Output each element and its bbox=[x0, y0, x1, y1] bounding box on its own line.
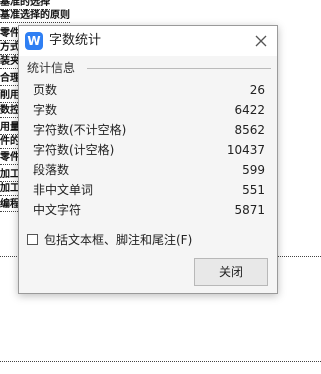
wps-app-icon: W bbox=[25, 32, 43, 50]
section-divider bbox=[87, 68, 271, 69]
stat-row-paragraphs: 段落数 599 bbox=[33, 160, 265, 180]
doc-line: 数控 bbox=[0, 105, 20, 118]
doc-dotted-rule bbox=[0, 361, 321, 362]
stat-row-pages: 页数 26 bbox=[33, 80, 265, 100]
doc-line: 编程 bbox=[0, 199, 20, 212]
stat-row-non-chinese-words: 非中文单词 551 bbox=[33, 180, 265, 200]
section-label: 统计信息 bbox=[27, 60, 80, 76]
stat-row-chinese-chars: 中文字符 5871 bbox=[33, 200, 265, 220]
stat-value: 10437 bbox=[226, 143, 265, 157]
stat-value: 8562 bbox=[234, 123, 265, 137]
doc-line: 件的 bbox=[0, 136, 20, 149]
doc-line: 零件 bbox=[0, 28, 20, 41]
stat-label: 页数 bbox=[33, 83, 58, 97]
checkbox-label: 包括文本框、脚注和尾注(F) bbox=[44, 233, 193, 247]
stat-value: 599 bbox=[242, 163, 265, 177]
stat-value: 5871 bbox=[234, 203, 265, 217]
stat-row-words: 字数 6422 bbox=[33, 100, 265, 120]
doc-line: 加工 bbox=[0, 169, 20, 182]
stat-label: 中文字符 bbox=[33, 203, 82, 217]
doc-line: 方式 bbox=[0, 42, 20, 55]
stat-label: 非中文单词 bbox=[33, 183, 94, 197]
stat-label: 字符数(计空格) bbox=[33, 143, 115, 157]
stat-row-chars-no-spaces: 字符数(不计空格) 8562 bbox=[33, 120, 265, 140]
stat-label: 字数 bbox=[33, 103, 58, 117]
doc-line: 装夹 bbox=[0, 56, 20, 69]
dialog-titlebar[interactable]: W 字数统计 bbox=[19, 26, 277, 56]
stat-value: 551 bbox=[242, 183, 265, 197]
doc-line: 用量 bbox=[0, 122, 20, 135]
doc-line: 削用 bbox=[0, 90, 20, 103]
stat-value: 26 bbox=[249, 83, 265, 97]
word-count-dialog: W 字数统计 统计信息 页数 26 字数 6422 字符数(不计空格) 8562… bbox=[18, 25, 278, 294]
stat-row-chars-with-spaces: 字符数(计空格) 10437 bbox=[33, 140, 265, 160]
doc-line: 加工 bbox=[0, 183, 20, 196]
stat-label: 字符数(不计空格) bbox=[33, 123, 127, 137]
doc-line: 基准选择的原则 bbox=[0, 10, 70, 23]
stat-value: 6422 bbox=[234, 103, 265, 117]
stat-label: 段落数 bbox=[33, 163, 70, 177]
doc-line: 零件 bbox=[0, 152, 20, 165]
close-button[interactable]: 关闭 bbox=[194, 258, 268, 286]
include-textbox-footnotes-checkbox[interactable] bbox=[27, 234, 38, 245]
doc-line: 合理 bbox=[0, 73, 20, 86]
dialog-title: 字数统计 bbox=[49, 33, 102, 48]
close-icon[interactable] bbox=[251, 31, 271, 51]
